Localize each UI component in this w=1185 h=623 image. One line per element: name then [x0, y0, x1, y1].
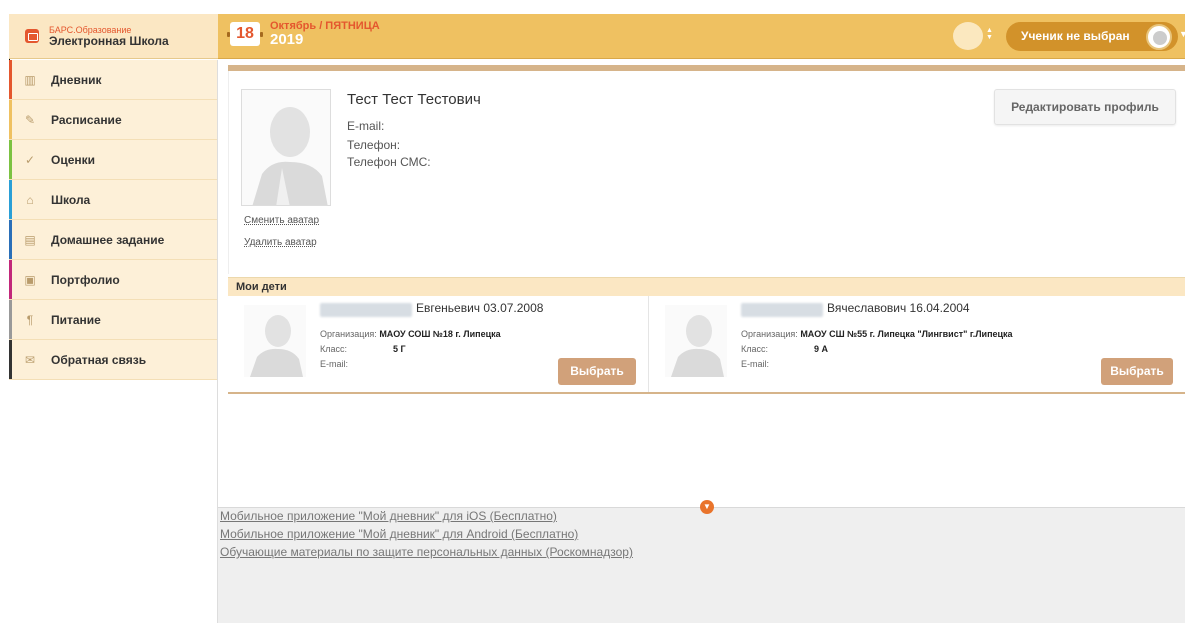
day-number: 18	[236, 25, 254, 42]
sidebar-item-diary[interactable]: ▥ Дневник	[9, 60, 217, 100]
calendar-icon[interactable]: 18	[227, 22, 263, 46]
phone-label: Телефон:	[347, 138, 401, 152]
class-label: Класс:	[741, 344, 768, 354]
children-list: Евгеньевич 03.07.2008 Организация: МАОУ …	[228, 296, 1185, 394]
email-label: E-mail:	[347, 119, 385, 133]
cutlery-icon: ¶	[26, 312, 34, 327]
child-card: Вячеславович 16.04.2004 Организация: МАО…	[649, 296, 1185, 392]
email-label: E-mail:	[741, 359, 770, 369]
choose-child-button[interactable]: Выбрать	[558, 358, 636, 385]
delete-avatar-link[interactable]: Удалить аватар	[244, 237, 317, 248]
change-avatar-link[interactable]: Сменить аватар	[244, 215, 319, 226]
check-icon: ✓	[24, 152, 36, 167]
logo-subtitle: БАРС.Образование	[49, 24, 132, 35]
sidebar-item-portfolio[interactable]: ▣ Портфолио	[9, 260, 217, 300]
footer-link-ios[interactable]: Мобильное приложение "Мой дневник" для i…	[220, 509, 557, 523]
chevron-down-icon[interactable]: ▼	[700, 500, 714, 514]
school-bag-icon	[25, 29, 39, 43]
pencil-icon: ✎	[24, 112, 36, 127]
person-silhouette-icon	[244, 305, 306, 377]
logo-title: Электронная Школа	[49, 33, 169, 48]
sms-phone-label: Телефон СМС:	[347, 155, 431, 169]
person-silhouette-icon	[665, 305, 727, 377]
choose-child-button[interactable]: Выбрать	[1101, 358, 1173, 385]
school-icon: ⌂	[26, 192, 34, 207]
redacted-name	[320, 303, 412, 317]
org-label: Организация:	[741, 329, 798, 339]
child-organization: МАОУ СОШ №18 г. Липецка	[379, 329, 501, 339]
sidebar: ▥ Дневник ✎ Расписание ✓ Оценки ⌂ Школа …	[9, 60, 218, 623]
sidebar-item-schedule[interactable]: ✎ Расписание	[9, 100, 217, 140]
class-label: Класс:	[320, 344, 347, 354]
child-name: Вячеславович 16.04.2004	[827, 301, 970, 315]
period-toggle[interactable]	[953, 22, 983, 50]
year: 2019	[270, 31, 304, 48]
student-selector-label: Ученик не выбран	[1021, 29, 1130, 43]
portfolio-icon: ▣	[24, 272, 36, 287]
child-class: 9 А	[814, 344, 829, 354]
profile-avatar	[241, 89, 331, 206]
child-name: Евгеньевич 03.07.2008	[416, 301, 544, 315]
footer-link-privacy[interactable]: Обучающие материалы по защите персональн…	[220, 545, 633, 559]
book-icon: ▥	[24, 72, 36, 87]
sidebar-item-homework[interactable]: ▤ Домашнее задание	[9, 220, 217, 260]
sort-arrows-icon[interactable]: ▲ ▼	[986, 27, 993, 41]
edit-profile-button[interactable]: Редактировать профиль	[994, 89, 1176, 125]
person-silhouette-icon	[242, 90, 330, 205]
sidebar-item-grades[interactable]: ✓ Оценки	[9, 140, 217, 180]
children-section-title: Мои дети	[228, 277, 1185, 296]
footer: Мобильное приложение "Мой дневник" для i…	[218, 507, 1185, 623]
email-label: E-mail:	[320, 359, 349, 369]
redacted-name	[741, 303, 823, 317]
child-card: Евгеньевич 03.07.2008 Организация: МАОУ …	[228, 296, 649, 392]
envelope-icon: ✉	[24, 352, 36, 367]
homework-icon: ▤	[24, 232, 36, 247]
child-organization: МАОУ СШ №55 г. Липецка "Лингвист" г.Липе…	[800, 329, 1013, 339]
child-class: 5 Г	[393, 344, 406, 354]
app-logo[interactable]: БАРС.Образование Электронная Школа	[9, 14, 218, 59]
footer-link-android[interactable]: Мобильное приложение "Мой дневник" для A…	[220, 527, 578, 541]
top-bar: 18 Октябрь / ПЯТНИЦА 2019 ▲ ▼ Ученик не в…	[218, 14, 1185, 59]
child-avatar	[244, 305, 306, 377]
current-date: Октябрь / ПЯТНИЦА 2019	[270, 20, 380, 48]
org-label: Организация:	[320, 329, 377, 339]
profile-name: Тест Тест Тестович	[347, 91, 481, 108]
user-avatar-icon[interactable]	[1146, 24, 1172, 50]
profile-card: Сменить аватар Удалить аватар Тест Тест …	[228, 71, 1185, 274]
chevron-down-icon[interactable]: ▼	[1179, 29, 1185, 39]
sidebar-item-school[interactable]: ⌂ Школа	[9, 180, 217, 220]
sidebar-item-feedback[interactable]: ✉ Обратная связь	[9, 340, 217, 380]
sidebar-item-food[interactable]: ¶ Питание	[9, 300, 217, 340]
child-avatar	[665, 305, 727, 377]
